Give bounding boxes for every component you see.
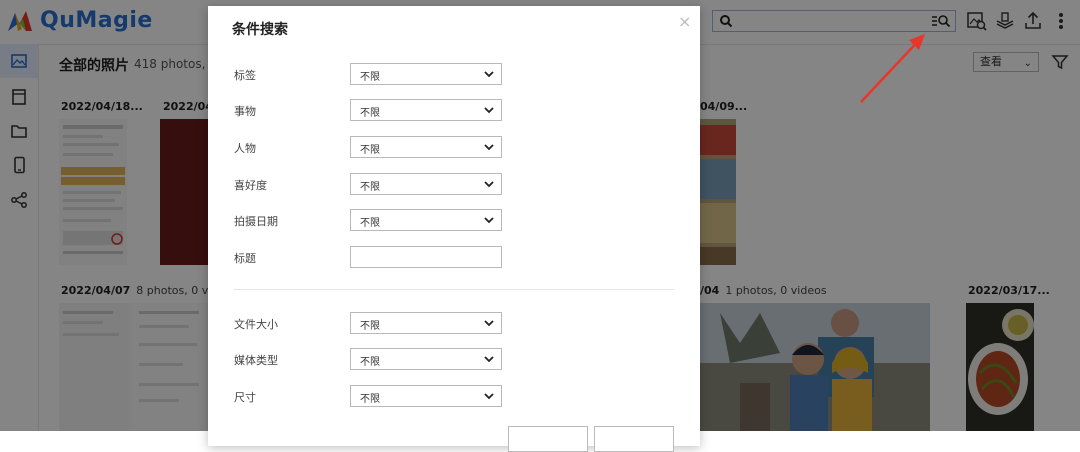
qumagie-app: QuMagie 全部的照片 418 photos, 0 查看 ⌄ 2022/04… [0,0,1080,452]
people-select[interactable]: 不限 [350,136,502,158]
file-size-select[interactable]: 不限 [350,312,502,334]
date-taken-select[interactable]: 不限 [350,209,502,231]
chevron-down-icon [484,217,494,224]
dialog-button-secondary[interactable] [508,426,588,452]
field-label-title: 标题 [234,252,256,265]
dialog-title: 条件搜索 [232,22,288,38]
field-label-date-taken: 拍摄日期 [234,215,278,228]
dimensions-select[interactable]: 不限 [350,385,502,407]
advanced-search-dialog: 条件搜索 × 标签 不限 事物 不限 人物 不限 喜好度 不限 拍摄日期 不限 [208,6,700,452]
title-input[interactable] [350,246,502,268]
chevron-down-icon [484,71,494,78]
divider [234,289,674,290]
chevron-down-icon [484,144,494,151]
field-label-dimensions: 尺寸 [234,391,256,404]
select-value: 不限 [360,72,380,83]
select-value: 不限 [360,182,380,193]
field-label-things: 事物 [234,105,256,118]
close-icon[interactable]: × [678,12,691,31]
dialog-button-primary[interactable] [594,426,674,452]
media-type-select[interactable]: 不限 [350,348,502,370]
annotation-arrow-icon [860,34,925,103]
things-select[interactable]: 不限 [350,99,502,121]
chevron-down-icon [484,393,494,400]
select-value: 不限 [360,357,380,368]
field-label-media-type: 媒体类型 [234,354,278,367]
field-label-rating: 喜好度 [234,179,267,192]
select-value: 不限 [360,394,380,405]
chevron-down-icon [484,356,494,363]
select-value: 不限 [360,145,380,156]
chevron-down-icon [484,181,494,188]
rating-select[interactable]: 不限 [350,173,502,195]
field-label-tags: 标签 [234,69,256,82]
select-value: 不限 [360,108,380,119]
select-value: 不限 [360,321,380,332]
field-label-file-size: 文件大小 [234,318,278,331]
select-value: 不限 [360,218,380,229]
chevron-down-icon [484,107,494,114]
chevron-down-icon [484,320,494,327]
field-label-people: 人物 [234,142,256,155]
tags-select[interactable]: 不限 [350,63,502,85]
